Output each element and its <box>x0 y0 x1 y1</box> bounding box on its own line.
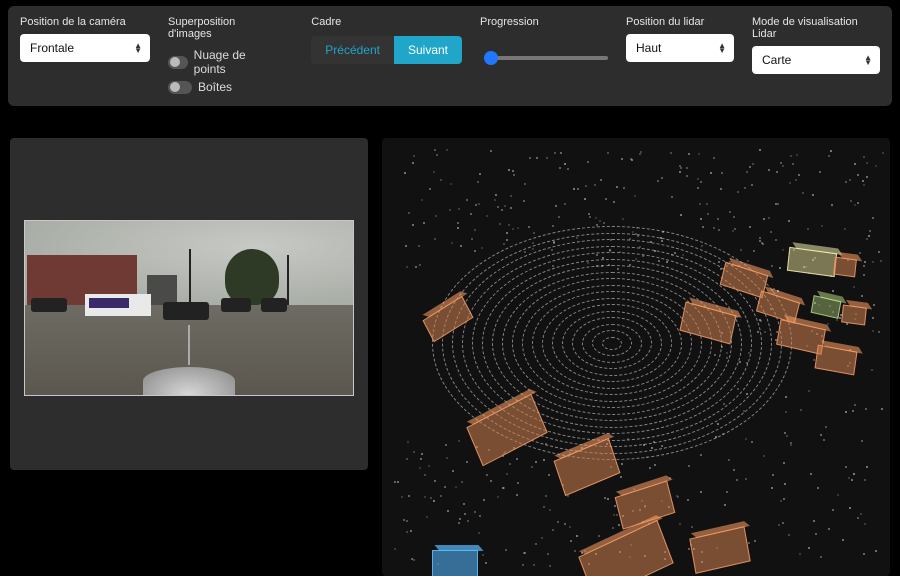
next-button[interactable]: Suivant <box>394 36 462 64</box>
lidar-position-select[interactable]: Haut ▲▼ <box>626 34 734 62</box>
toggle-pointcloud-label: Nuage de points <box>194 48 266 76</box>
vehicle-car <box>163 302 209 320</box>
progression-control: Progression <box>480 16 608 72</box>
detection-box <box>689 526 750 574</box>
lidar-mode-label: Mode de visualisation Lidar <box>752 16 880 40</box>
content-area: FedEx <box>0 106 900 576</box>
lidar-mode-value: Carte <box>762 53 791 67</box>
overlay-control: Superposition d'images Nuage de points B… <box>168 16 265 94</box>
chevrons-icon: ▲▼ <box>134 43 142 53</box>
camera-image: FedEx <box>24 220 354 396</box>
frame-label: Cadre <box>311 16 462 28</box>
lidar-position-control: Position du lidar Haut ▲▼ <box>626 16 734 62</box>
lidar-position-label: Position du lidar <box>626 16 734 28</box>
camera-position-control: Position de la caméra Frontale ▲▼ <box>20 16 150 62</box>
chevrons-icon: ▲▼ <box>718 43 726 53</box>
truck-logo-text: FedEx <box>95 301 116 308</box>
overlay-label: Superposition d'images <box>168 16 265 40</box>
lidar-mode-control: Mode de visualisation Lidar Carte ▲▼ <box>752 16 880 74</box>
detection-box <box>432 550 478 576</box>
toggle-pointcloud[interactable] <box>168 56 188 69</box>
slider-thumb[interactable] <box>484 51 498 65</box>
lidar-position-value: Haut <box>636 41 661 55</box>
slider-track <box>490 56 608 60</box>
vehicle-car <box>31 298 67 312</box>
progression-label: Progression <box>480 16 608 28</box>
camera-position-label: Position de la caméra <box>20 16 150 28</box>
detection-box <box>811 295 842 319</box>
toolbar: Position de la caméra Frontale ▲▼ Superp… <box>8 6 892 106</box>
detection-box <box>578 520 673 576</box>
camera-position-value: Frontale <box>30 41 74 55</box>
detection-box <box>833 257 857 278</box>
toggle-boxes[interactable] <box>168 81 192 94</box>
detection-box <box>841 304 867 325</box>
vehicle-car <box>221 298 251 312</box>
vehicle-car <box>261 298 287 312</box>
prev-button[interactable]: Précédent <box>311 36 394 64</box>
lidar-mode-select[interactable]: Carte ▲▼ <box>752 46 880 74</box>
detection-box <box>787 247 837 277</box>
lidar-panel[interactable] <box>382 138 890 576</box>
toggle-boxes-label: Boîtes <box>198 80 232 94</box>
detection-box <box>815 345 858 376</box>
chevrons-icon: ▲▼ <box>864 55 872 65</box>
camera-position-select[interactable]: Frontale ▲▼ <box>20 34 150 62</box>
camera-panel: FedEx <box>10 138 368 470</box>
progression-slider[interactable] <box>480 44 608 72</box>
frame-control: Cadre Précédent Suivant <box>311 16 462 64</box>
ego-vehicle-hood <box>143 367 235 395</box>
